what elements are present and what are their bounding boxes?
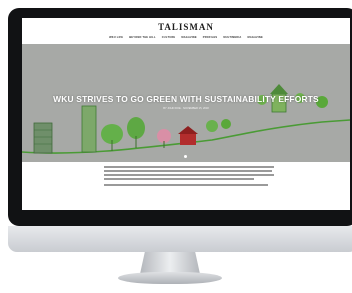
hero-headline[interactable]: WKU STRIVES TO GO GREEN WITH SUSTAINABIL… (22, 94, 350, 104)
article-text-line (104, 166, 274, 168)
main-nav: WKU LIFE BEYOND THE HILL CULTURE MAGAZIN… (22, 36, 350, 39)
site-header: TALISMAN WKU LIFE BEYOND THE HILL CULTUR… (22, 18, 350, 44)
monitor-stand-base (118, 272, 222, 284)
nav-item-profiles[interactable]: PROFILES (203, 36, 218, 39)
hero-byline: BY JOHN DOE · NOVEMBER 15, 2018 (163, 107, 209, 110)
monitor-chin (8, 226, 352, 252)
nav-item-beyond-the-hill[interactable]: BEYOND THE HILL (129, 36, 156, 39)
article-text-line (104, 170, 272, 172)
monitor-stand-neck (140, 252, 200, 274)
article-text-line (104, 178, 254, 180)
browser-screen: TALISMAN WKU LIFE BEYOND THE HILL CULTUR… (22, 18, 350, 210)
nav-item-wku-life[interactable]: WKU LIFE (109, 36, 123, 39)
article-body (22, 162, 350, 210)
article-text-line (104, 184, 268, 186)
site-logo[interactable]: TALISMAN (22, 18, 350, 32)
nav-item-magazine-2[interactable]: MAGAZINE (247, 36, 262, 39)
nav-item-culture[interactable]: CULTURE (162, 36, 176, 39)
carousel-dot[interactable] (184, 155, 187, 158)
article-text-line (104, 174, 274, 176)
hero-banner[interactable]: WKU STRIVES TO GO GREEN WITH SUSTAINABIL… (22, 44, 350, 162)
nav-item-magazine[interactable]: MAGAZINE (181, 36, 196, 39)
nav-item-multimedia[interactable]: MULTIMEDIA (223, 36, 241, 39)
